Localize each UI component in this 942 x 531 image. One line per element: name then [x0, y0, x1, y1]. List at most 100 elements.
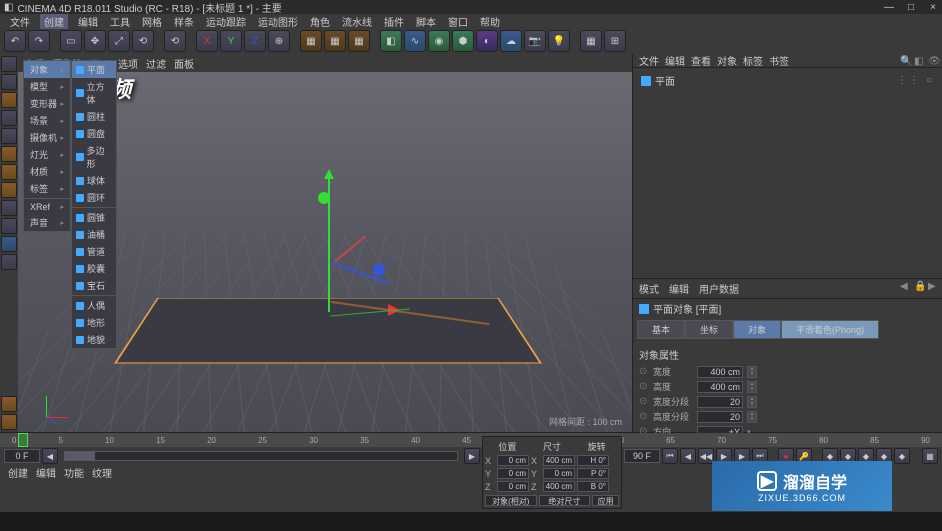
menu-script[interactable]: 脚本: [414, 14, 438, 29]
search-icon[interactable]: 🔍: [900, 56, 910, 66]
maximize-button[interactable]: □: [906, 2, 916, 12]
menu-help[interactable]: 帮助: [478, 14, 502, 29]
width-spinner[interactable]: ▴▾: [747, 366, 757, 378]
prim-torus[interactable]: 圆环: [72, 189, 116, 206]
nurbs-tool[interactable]: ◉: [428, 30, 450, 52]
prim-cone[interactable]: 圆锥: [72, 209, 116, 226]
prim-cube[interactable]: 立方体: [72, 78, 116, 108]
prim-polygon[interactable]: 多边形: [72, 142, 116, 172]
menu-edit[interactable]: 编辑: [76, 14, 100, 29]
ltool-model[interactable]: [1, 74, 17, 90]
cube-primitive[interactable]: ◧: [380, 30, 402, 52]
menu-tag[interactable]: 标签▸: [24, 180, 70, 197]
prim-terrain[interactable]: 地形: [72, 314, 116, 331]
menu-tools[interactable]: 工具: [108, 14, 132, 29]
lock-icon[interactable]: ⊙: [639, 366, 649, 377]
ltool-material2[interactable]: [1, 414, 17, 430]
coord-mode-1[interactable]: 对象(相对): [485, 495, 537, 506]
vp-panel[interactable]: 面板: [172, 56, 196, 71]
size-z[interactable]: [543, 481, 575, 492]
undo-button[interactable]: ↶: [4, 30, 26, 52]
prim-sphere[interactable]: 球体: [72, 172, 116, 189]
hseg-spinner[interactable]: ▴▾: [747, 411, 757, 423]
ltool-workplane[interactable]: [1, 110, 17, 126]
menu-create[interactable]: 创建: [40, 14, 68, 29]
subtab-phong[interactable]: 平滑着色(Phong): [781, 320, 879, 339]
prim-oil[interactable]: 油桶: [72, 226, 116, 243]
prim-figure[interactable]: 人偶: [72, 297, 116, 314]
size-y[interactable]: [543, 468, 575, 479]
menu-scene[interactable]: 场景▸: [24, 112, 70, 129]
camera-tool[interactable]: 📷: [524, 30, 546, 52]
select-tool[interactable]: ▭: [60, 30, 82, 52]
goto-start[interactable]: ⏮: [662, 448, 678, 464]
om-tab-edit[interactable]: 编辑: [665, 53, 685, 68]
rot-h[interactable]: [577, 455, 609, 466]
redo-button[interactable]: ↷: [28, 30, 50, 52]
mat-tab-texture[interactable]: 纹理: [92, 465, 112, 480]
coord-mode-2[interactable]: 绝对尺寸: [539, 495, 591, 506]
menu-xref[interactable]: XRef▸: [24, 200, 70, 214]
menu-object[interactable]: 对象▸: [24, 61, 70, 78]
layout-btn[interactable]: ▦: [922, 448, 938, 464]
light-tool[interactable]: 💡: [548, 30, 570, 52]
y-axis-toggle[interactable]: Y: [220, 30, 242, 52]
ltool-editable[interactable]: [1, 56, 17, 72]
prim-gem[interactable]: 宝石: [72, 277, 116, 294]
pos-z[interactable]: [497, 481, 529, 492]
height-spinner[interactable]: ▴▾: [747, 381, 757, 393]
ltool-edge[interactable]: [1, 164, 17, 180]
subtab-coord[interactable]: 坐标: [685, 320, 733, 339]
lock-icon[interactable]: ⊙: [639, 381, 649, 392]
ltool-viewport[interactable]: [1, 254, 17, 270]
history-tool[interactable]: ⟲: [164, 30, 186, 52]
range-next[interactable]: ▶: [464, 448, 480, 464]
y-axis-handle[interactable]: [318, 192, 330, 204]
timeline-ruler[interactable]: 0510 152025 303540 455055 606570 758085 …: [0, 433, 942, 447]
lock-icon[interactable]: ⊙: [639, 411, 649, 422]
prim-plane[interactable]: 平面: [72, 61, 116, 78]
render-preview[interactable]: ▦: [348, 30, 370, 52]
rot-p[interactable]: [577, 468, 609, 479]
close-button[interactable]: ×: [928, 2, 938, 12]
ltool-locked[interactable]: [1, 236, 17, 252]
prim-landscape[interactable]: 地貌: [72, 331, 116, 348]
key-pla[interactable]: ◆: [894, 448, 910, 464]
om-tab-bookmarks[interactable]: 书签: [769, 53, 789, 68]
prim-cylinder[interactable]: 圆柱: [72, 108, 116, 125]
mat-tab-create[interactable]: 创建: [8, 465, 28, 480]
grid-toggle[interactable]: ▦: [580, 30, 602, 52]
wseg-input[interactable]: [697, 396, 743, 408]
attr-tab-userdata[interactable]: 用户数据: [699, 281, 739, 296]
width-input[interactable]: [697, 366, 743, 378]
lock-icon[interactable]: ⊙: [639, 396, 649, 407]
frame-start-input[interactable]: [4, 449, 40, 463]
om-tab-view[interactable]: 查看: [691, 53, 711, 68]
menu-spline[interactable]: 样条: [172, 14, 196, 29]
om-tab-tags[interactable]: 标签: [743, 53, 763, 68]
minimize-button[interactable]: —: [884, 2, 894, 12]
generator-tool[interactable]: ⬢: [452, 30, 474, 52]
tree-visibility-dots[interactable]: ⋮⋮ ○: [897, 75, 934, 86]
pos-y[interactable]: [497, 468, 529, 479]
render-view[interactable]: ▦: [300, 30, 322, 52]
snap-toggle[interactable]: ⊞: [604, 30, 626, 52]
vp-filter[interactable]: 过滤: [144, 56, 168, 71]
menu-material[interactable]: 材质▸: [24, 163, 70, 180]
playhead[interactable]: [18, 433, 28, 447]
ltool-texture[interactable]: [1, 92, 17, 108]
filter-icon[interactable]: ◧: [914, 56, 924, 66]
z-axis-toggle[interactable]: Z: [244, 30, 266, 52]
ltool-point[interactable]: [1, 146, 17, 162]
object-tree[interactable]: 平面 ⋮⋮ ○: [633, 68, 942, 278]
menu-character[interactable]: 角色: [308, 14, 332, 29]
rotate-tool[interactable]: ⟲: [132, 30, 154, 52]
mat-tab-edit[interactable]: 编辑: [36, 465, 56, 480]
menu-motion-track[interactable]: 运动跟踪: [204, 14, 248, 29]
range-slider[interactable]: [64, 451, 458, 461]
subtab-object[interactable]: 对象: [733, 320, 781, 339]
x-axis-toggle[interactable]: X: [196, 30, 218, 52]
ltool-quantize[interactable]: [1, 218, 17, 234]
coord-apply[interactable]: 应用: [592, 495, 619, 506]
range-prev[interactable]: ◀: [42, 448, 58, 464]
